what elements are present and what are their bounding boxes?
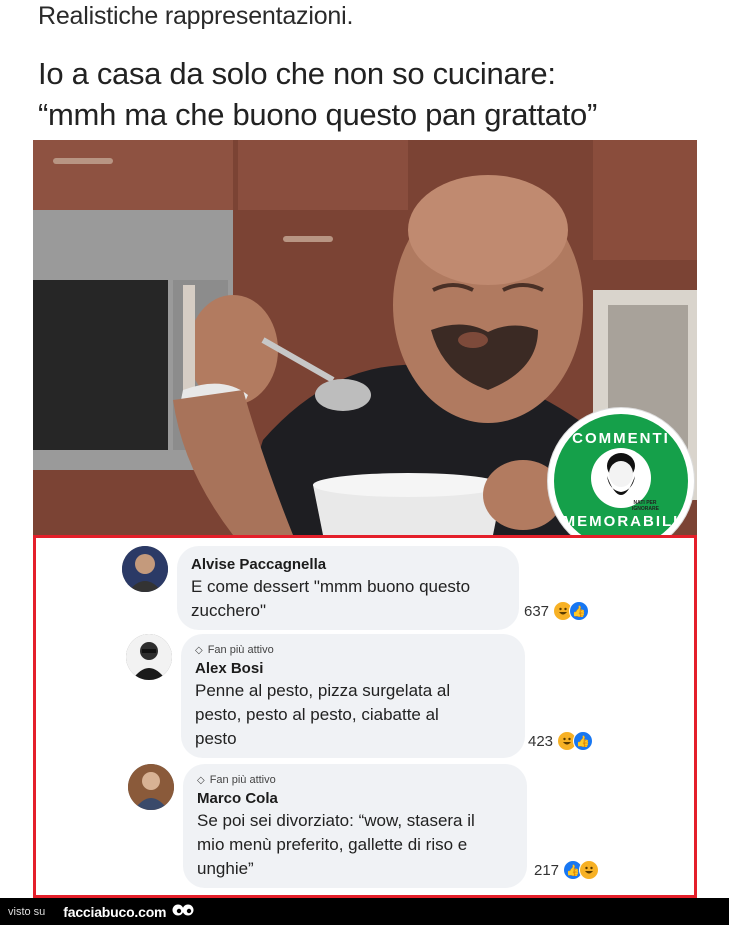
- caption-line-1: Io a casa da solo che non so cucinare:: [38, 56, 556, 91]
- footer-prefix: visto su: [8, 905, 46, 918]
- reaction-summary[interactable]: 217 👍: [534, 860, 600, 880]
- comment-bubble: Alvise Paccagnella E come dessert "mmm b…: [177, 546, 519, 630]
- comment-bubble: ◇ Fan più attivo Marco Cola Se poi sei di…: [183, 764, 527, 888]
- reaction-count: 423: [528, 732, 554, 750]
- comment-bubble: ◇ Fan più attivo Alex Bosi Penne al pesto…: [181, 634, 525, 758]
- reaction-count: 637: [524, 602, 550, 620]
- reaction-summary[interactable]: 423 👍: [528, 731, 594, 751]
- top-fan-badge: ◇ Fan più attivo: [197, 774, 513, 786]
- avatar[interactable]: [128, 764, 174, 810]
- avatar-person-icon: [128, 764, 174, 810]
- reaction-summary[interactable]: 637 👍: [524, 601, 590, 621]
- top-fan-label: Fan più attivo: [209, 774, 276, 786]
- avatar[interactable]: [122, 546, 168, 592]
- avatar-person-icon: [126, 634, 172, 680]
- comments-screenshot: Alvise Paccagnella E come dessert "mmm b…: [33, 535, 697, 898]
- comment-text: Penne al pesto, pizza surgelata al pesto…: [195, 681, 451, 748]
- badge-bottom-text: MEMORABILI: [562, 513, 680, 530]
- reaction-count: 217: [534, 861, 560, 879]
- avatar[interactable]: [126, 634, 172, 680]
- comment-text: E come dessert "mmm buono questo zuccher…: [191, 577, 471, 620]
- badge-small-text: NATI PER IGNORARE: [632, 500, 659, 512]
- commenti-memorabili-badge: COMMENTI NATI PER IGNORARE MEMORABILI: [548, 408, 694, 554]
- badge-green-disc: COMMENTI NATI PER IGNORARE MEMORABILI: [554, 414, 688, 548]
- avatar-person-icon: [122, 546, 168, 592]
- top-fan-badge: ◇ Fan più attivo: [195, 644, 511, 656]
- like-reaction-icon: 👍: [569, 601, 590, 621]
- like-reaction-icon: 👍: [573, 731, 594, 751]
- eyes-icon: [172, 903, 194, 920]
- comment-author[interactable]: Marco Cola: [197, 790, 513, 807]
- comment-author[interactable]: Alvise Paccagnella: [191, 556, 505, 573]
- footer-site-link[interactable]: facciabuco.com: [63, 904, 166, 920]
- comment-text: Se poi sei divorziato: “wow, stasera il …: [197, 811, 475, 878]
- top-fan-label: Fan più attivo: [207, 644, 274, 656]
- haha-reaction-icon: [579, 860, 600, 880]
- caption-small: Realistiche rappresentazioni.: [38, 2, 354, 30]
- caption-line-2: “mmh ma che buono questo pan grattato”: [38, 97, 597, 132]
- footer-bar: visto su facciabuco.com: [0, 898, 729, 925]
- diamond-icon: ◇: [197, 775, 205, 786]
- comment-author[interactable]: Alex Bosi: [195, 660, 511, 677]
- diamond-icon: ◇: [195, 645, 203, 656]
